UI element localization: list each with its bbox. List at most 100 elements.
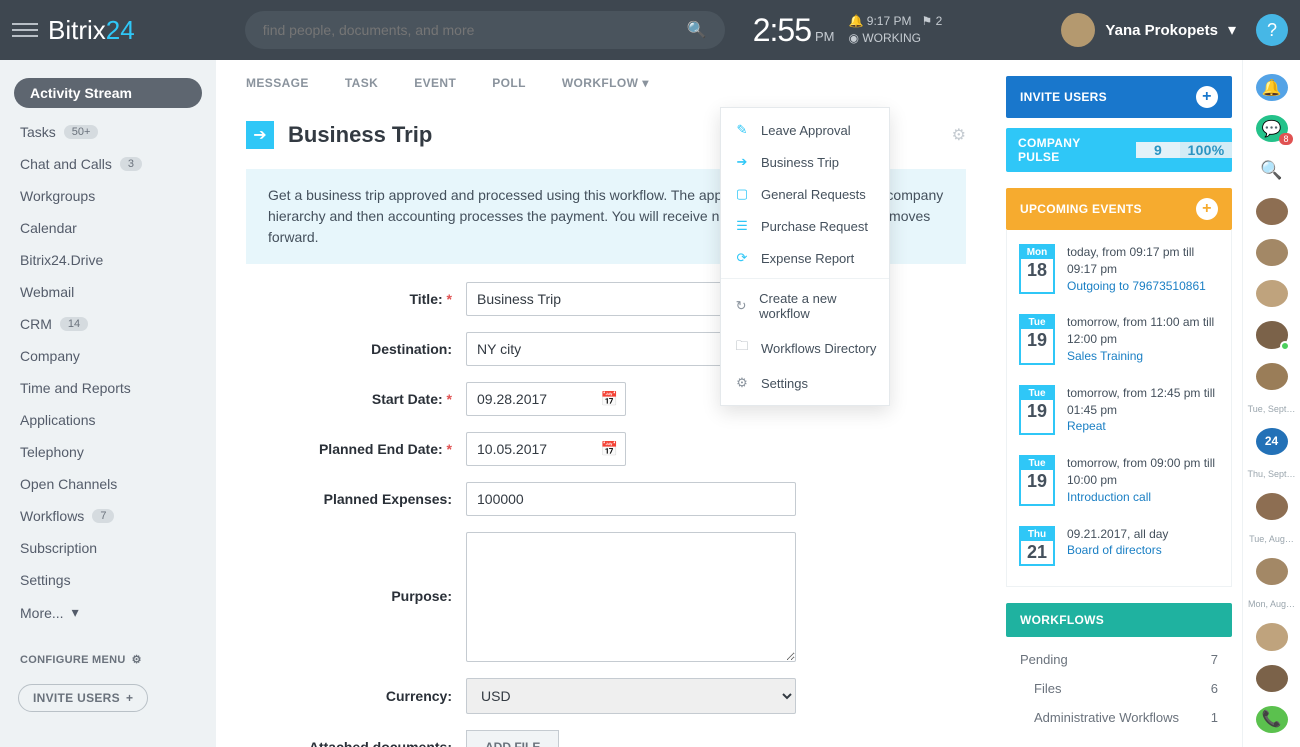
currency-label: Currency: [246, 688, 466, 704]
sidebar-item-telephony[interactable]: Telephony [0, 436, 216, 468]
workflow-option-purchase-request[interactable]: ☰Purchase Request [721, 210, 889, 242]
configure-menu[interactable]: CONFIGURE MENU ⚙ [0, 641, 216, 678]
workflow-option-leave-approval[interactable]: ✎Leave Approval [721, 114, 889, 146]
title-input[interactable] [466, 282, 726, 316]
events-list: Mon18today, from 09:17 pm till 09:17 pmO… [1006, 230, 1232, 587]
sidebar-item-workgroups[interactable]: Workgroups [0, 180, 216, 212]
sidebar-item-applications[interactable]: Applications [0, 404, 216, 436]
sidebar-item-calendar[interactable]: Calendar [0, 212, 216, 244]
right-column: INVITE USERS + COMPANY PULSE 9 100% UPCO… [996, 60, 1242, 747]
logo[interactable]: Bitrix24 [48, 15, 135, 46]
help-button[interactable]: ? [1256, 14, 1288, 46]
call-icon[interactable]: 📞 [1256, 706, 1288, 733]
expenses-input[interactable] [466, 482, 796, 516]
sidebar-item-activity-stream[interactable]: Activity Stream [14, 78, 202, 108]
event-item[interactable]: Mon18today, from 09:17 pm till 09:17 pmO… [1007, 234, 1231, 304]
contact-avatar[interactable] [1256, 239, 1288, 266]
workflow-row[interactable]: Administrative Workflows1 [1020, 703, 1218, 732]
tab-event[interactable]: EVENT [414, 76, 456, 90]
purpose-textarea[interactable] [466, 532, 796, 662]
purpose-label: Purpose: [246, 532, 466, 604]
sidebar-item-company[interactable]: Company [0, 340, 216, 372]
event-item[interactable]: Tue19tomorrow, from 11:00 am till 12:00 … [1007, 304, 1231, 374]
sidebar-item-bitrix24-drive[interactable]: Bitrix24.Drive [0, 244, 216, 276]
workflow-option-general-requests[interactable]: ▢General Requests [721, 178, 889, 210]
notifications-icon[interactable]: 🔔 [1256, 74, 1288, 101]
workflow-option-business-trip[interactable]: ➔Business Trip [721, 146, 889, 178]
rail-timestamp: Tue, Sept… [1243, 404, 1300, 414]
add-file-button[interactable]: ADD FILE [466, 730, 559, 747]
date-box: Thu21 [1019, 526, 1055, 566]
avatar [1061, 13, 1095, 47]
plus-icon[interactable]: + [1196, 198, 1218, 220]
attachments-label: Attached documents: [246, 739, 466, 747]
start-date-input[interactable] [466, 382, 626, 416]
global-search[interactable]: 🔍 [245, 11, 725, 49]
workflow-option-settings[interactable]: ⚙Settings [721, 367, 889, 399]
bell-icon: 🔔 9:17 PM [848, 13, 911, 30]
end-date-input[interactable] [466, 432, 626, 466]
sidebar-item-open-channels[interactable]: Open Channels [0, 468, 216, 500]
record-icon: ◉ [848, 31, 858, 45]
contact-avatar[interactable] [1256, 493, 1288, 520]
contact-avatar[interactable] [1256, 280, 1288, 307]
workflow-row[interactable]: Files6 [1020, 674, 1218, 703]
tab-message[interactable]: MESSAGE [246, 76, 309, 90]
right-rail: 🔔 💬8 🔍 Tue, Sept… 24 Thu, Sept… Tue, Aug… [1242, 60, 1300, 747]
event-item[interactable]: Thu2109.21.2017, all dayBoard of directo… [1007, 516, 1231, 576]
sidebar-item-time-and-reports[interactable]: Time and Reports [0, 372, 216, 404]
flag-icon: ⚑ 2 [921, 13, 942, 30]
gear-icon[interactable]: ⚙ [952, 125, 966, 145]
currency-select[interactable]: USD [466, 678, 796, 714]
invite-users-button[interactable]: INVITE USERS + [18, 684, 148, 712]
contact-avatar[interactable] [1256, 665, 1288, 692]
company-pulse-card[interactable]: COMPANY PULSE 9 100% [1006, 128, 1232, 172]
sidebar-item-webmail[interactable]: Webmail [0, 276, 216, 308]
chevron-down-icon: ▾ [642, 76, 648, 90]
contact-avatar[interactable] [1256, 558, 1288, 585]
chevron-down-icon: ▾ [1228, 20, 1236, 40]
workflows-list: Pending7Files6Administrative Workflows1 [1006, 637, 1232, 747]
sidebar-item-workflows[interactable]: Workflows7 [0, 500, 216, 532]
start-date-label: Start Date: * [246, 391, 466, 407]
user-name: Yana Prokopets [1105, 22, 1218, 39]
workflow-option-workflows-directory[interactable]: 🗀Workflows Directory [721, 329, 889, 367]
clock: 2:55 PM [753, 12, 835, 49]
search-input[interactable] [263, 22, 687, 38]
sidebar-item-settings[interactable]: Settings [0, 564, 216, 596]
sidebar-item-more-[interactable]: More... ▾ [0, 596, 216, 629]
contact-avatar[interactable] [1256, 363, 1288, 390]
date-box: Mon18 [1019, 244, 1055, 294]
messages-icon[interactable]: 💬8 [1256, 115, 1288, 142]
sidebar-item-subscription[interactable]: Subscription [0, 532, 216, 564]
event-item[interactable]: Tue19tomorrow, from 12:45 pm till 01:45 … [1007, 375, 1231, 445]
feed-tabs: MESSAGE TASK EVENT POLL WORKFLOW▾ [216, 60, 996, 103]
tab-workflow[interactable]: WORKFLOW▾ [562, 76, 649, 90]
rail-timestamp: Tue, Aug… [1243, 534, 1300, 544]
menu-toggle-icon[interactable] [12, 17, 38, 43]
workflow-option-create-a-new-workflow[interactable]: ↻Create a new workflow [721, 283, 889, 329]
date-box: Tue19 [1019, 314, 1055, 364]
search-icon[interactable]: 🔍 [687, 20, 707, 40]
bitrix24-icon[interactable]: 24 [1256, 428, 1288, 455]
workflow-row[interactable]: Pending7 [1020, 645, 1218, 674]
event-item[interactable]: Tue19tomorrow, from 09:00 pm till 10:00 … [1007, 445, 1231, 515]
workflow-option-expense-report[interactable]: ⟳Expense Report [721, 242, 889, 274]
tab-task[interactable]: TASK [345, 76, 378, 90]
search-icon[interactable]: 🔍 [1256, 156, 1288, 183]
status-block: 🔔 9:17 PM ⚑ 2 ◉ WORKING [848, 13, 942, 47]
pulse-percent: 100% [1180, 142, 1232, 158]
plus-icon: + [126, 691, 133, 705]
left-nav: Activity StreamTasks50+Chat and Calls3Wo… [0, 60, 216, 747]
contact-avatar[interactable] [1256, 198, 1288, 225]
contact-avatar[interactable] [1256, 623, 1288, 650]
plus-icon[interactable]: + [1196, 86, 1218, 108]
sidebar-item-tasks[interactable]: Tasks50+ [0, 116, 216, 148]
user-menu[interactable]: Yana Prokopets ▾ [1061, 13, 1236, 47]
sidebar-item-crm[interactable]: CRM14 [0, 308, 216, 340]
tab-poll[interactable]: POLL [492, 76, 526, 90]
sidebar-item-chat-and-calls[interactable]: Chat and Calls3 [0, 148, 216, 180]
title-label: Title: * [246, 291, 466, 307]
invite-users-card[interactable]: INVITE USERS + [1006, 76, 1232, 118]
contact-avatar[interactable] [1256, 321, 1288, 348]
